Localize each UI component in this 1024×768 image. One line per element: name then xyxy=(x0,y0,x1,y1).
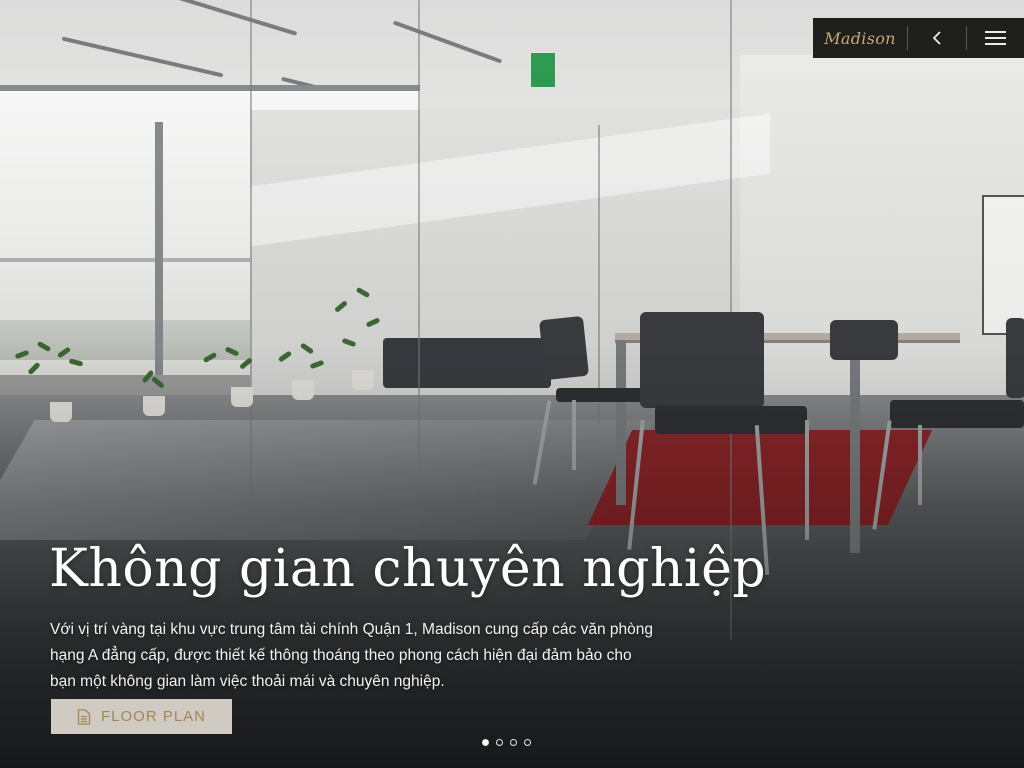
carousel-dot[interactable] xyxy=(482,739,489,746)
chevron-left-icon xyxy=(932,31,941,45)
brand-logo[interactable]: Madison xyxy=(813,18,907,58)
carousel-pagination xyxy=(482,739,531,746)
carousel-dot[interactable] xyxy=(510,739,517,746)
top-navigation-bar: Madison xyxy=(813,18,1024,58)
hero-description: Với vị trí vàng tại khu vực trung tâm tà… xyxy=(50,621,653,690)
document-icon xyxy=(77,708,91,725)
menu-button[interactable] xyxy=(967,18,1024,58)
hamburger-menu-icon xyxy=(985,31,1006,45)
hero-title: Không gian chuyên nghiệp xyxy=(49,539,767,599)
floor-plan-label: FLOOR PLAN xyxy=(100,708,207,725)
floor-plan-button[interactable]: FLOOR PLAN xyxy=(51,699,232,734)
carousel-dot[interactable] xyxy=(524,739,531,746)
carousel-dot[interactable] xyxy=(496,739,503,746)
back-button[interactable] xyxy=(908,18,966,58)
